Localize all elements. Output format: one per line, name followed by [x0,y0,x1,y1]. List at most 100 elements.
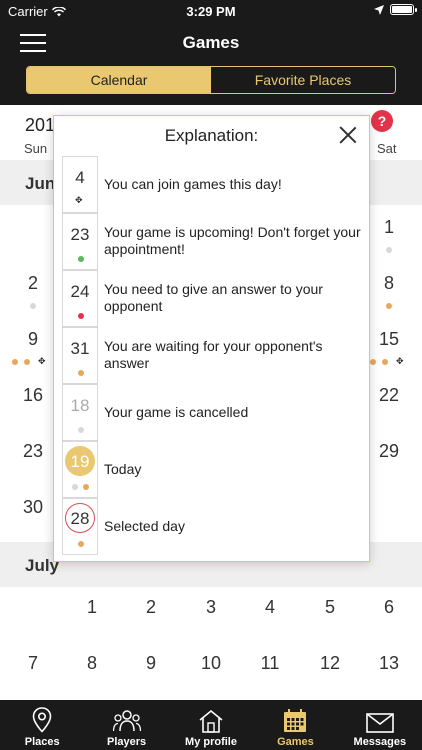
legend-day-cell: 31 [62,327,98,384]
legend-row: 31 You are waiting for your opponent's a… [62,327,362,384]
legend-text: Your game is cancelled [104,404,249,420]
legend-row: 18 Your game is cancelled [62,384,362,441]
tab-places[interactable]: Places [0,700,84,750]
battery-icon [390,4,417,15]
answer-needed-dot [78,313,84,319]
status-dot [24,359,30,365]
tab-label: Places [24,736,60,748]
tab-bar: Places Players My profile Games Messages [0,700,422,750]
legend-text: Your game is upcoming! Don't forget your… [104,224,361,257]
calendar-day[interactable]: 23 [13,441,53,462]
status-dot [12,359,18,365]
waiting-dot [78,370,84,376]
legend-day-number: 19 [70,452,90,471]
top-bar: Carrier 3:29 PM Games Calendar Favorite … [0,0,422,105]
calendar-day[interactable]: 5 [310,597,350,618]
selected-marker: 28 [65,503,95,533]
segmented-control: Calendar Favorite Places [26,66,396,94]
status-right [374,4,417,15]
map-pin-icon [32,707,52,733]
status-time: 3:29 PM [186,4,236,19]
legend-day-cell: 28 [62,498,98,555]
calendar-day[interactable]: 22 [369,385,409,406]
weekday-sun: Sun [24,141,48,156]
status-dot [370,359,376,365]
calendar-day[interactable]: 11 [250,653,290,674]
legend-day-number: 24 [70,282,90,301]
tab-my-profile[interactable]: My profile [169,700,253,750]
status-dot [386,247,392,253]
status-dot [382,359,388,365]
legend-day-cell: 18 [62,384,98,441]
calendar-day[interactable]: 10 [191,653,231,674]
calendar-day[interactable]: 4 [250,597,290,618]
status-bar: Carrier 3:29 PM [0,0,422,22]
segment-calendar[interactable]: Calendar [27,67,211,93]
players-icon [112,710,141,732]
tab-label: Games [277,736,314,748]
legend-row: 4 ✥ You can join games this day! [62,156,362,213]
legend-day-number: 31 [70,339,90,358]
legend-text: You are waiting for your opponent's answ… [104,338,323,371]
tab-label: Messages [353,736,407,748]
tab-messages[interactable]: Messages [338,700,422,750]
weekday-sat: Sat [377,141,397,156]
calendar-icon [284,709,307,732]
today-marker: 19 [65,446,95,476]
tab-players[interactable]: Players [84,700,168,750]
legend-row: 24 You need to give an answer to your op… [62,270,362,327]
calendar-day[interactable]: 3 [191,597,231,618]
legend-row: 23 Your game is upcoming! Don't forget y… [62,213,362,270]
calendar-day[interactable]: 2 [131,597,171,618]
location-arrow-icon [374,4,384,15]
page-title: Games [182,33,240,52]
join-game-icon: ✥ [75,195,83,205]
envelope-icon [366,713,394,733]
legend-day-number: 23 [70,225,90,244]
legend-day-cell: 23 [62,213,98,270]
calendar-day[interactable]: 9 [131,653,171,674]
month-label-june: Jun [25,174,56,193]
tab-label: Players [107,736,147,748]
calendar-day[interactable]: 12 [310,653,350,674]
legend-day-number: 28 [70,509,90,528]
calendar-day[interactable]: 13 [369,653,409,674]
status-dot [72,484,78,490]
legend-row: 28 Selected day [62,498,362,555]
upcoming-dot [78,256,84,262]
calendar-day[interactable]: 2 [13,273,53,294]
status-dot [386,303,392,309]
legend-day-number: 4 [75,168,85,187]
cancelled-dot [78,427,84,433]
status-dot [30,303,36,309]
close-icon[interactable] [337,124,359,146]
segment-favorite-places[interactable]: Favorite Places [211,67,395,93]
status-dot [78,541,84,547]
calendar-day[interactable]: 1 [72,597,112,618]
legend-text: Today [104,461,142,477]
calendar-day[interactable]: 16 [13,385,53,406]
tab-games[interactable]: Games [253,700,337,750]
modal-title: Explanation: [164,126,259,145]
calendar-day[interactable]: 9 [13,329,53,350]
calendar-day[interactable]: 30 [13,497,53,518]
legend-row: 19 Today [62,441,362,498]
home-icon [199,709,223,733]
calendar-day[interactable]: 1 [369,217,409,238]
legend-day-cell: 19 [62,441,98,498]
join-game-icon: ✥ [38,356,46,366]
calendar-day[interactable]: 29 [369,441,409,462]
help-button[interactable]: ? [371,110,393,132]
calendar-day[interactable]: 6 [369,597,409,618]
legend-day-cell: 24 [62,270,98,327]
status-dot [83,484,89,490]
join-game-icon: ✥ [396,356,404,366]
legend-day-cell: 4 ✥ [62,156,98,213]
calendar-day[interactable]: 7 [13,653,53,674]
explanation-modal: Explanation: 4 ✥ You can join games this… [53,115,370,562]
calendar-day[interactable]: 8 [72,653,112,674]
legend-text: Selected day [104,518,185,534]
calendar-day[interactable]: 15 [369,329,409,350]
legend-text: You can join games this day! [104,176,282,192]
calendar-day[interactable]: 8 [369,273,409,294]
